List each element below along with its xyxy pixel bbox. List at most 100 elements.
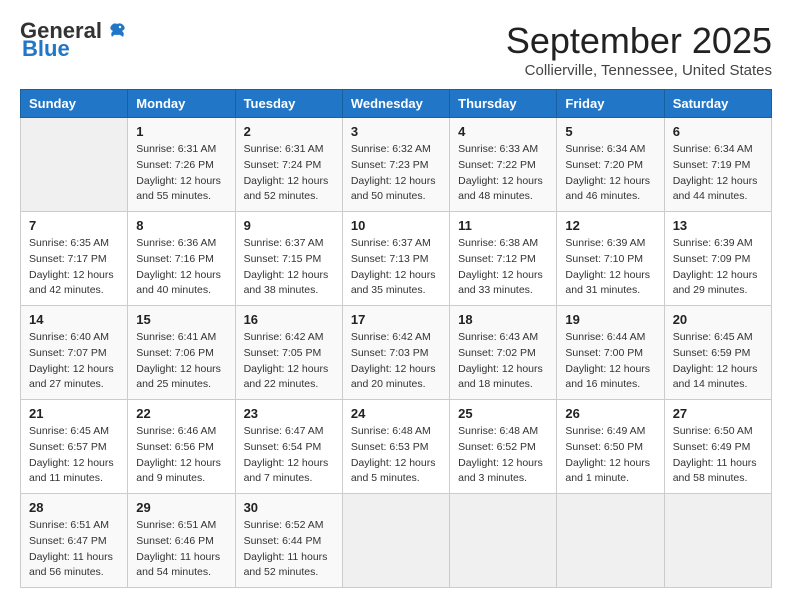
day-info: Sunrise: 6:36 AM Sunset: 7:16 PM Dayligh… xyxy=(136,236,226,299)
day-number: 30 xyxy=(244,500,334,515)
calendar-cell: 26 Sunrise: 6:49 AM Sunset: 6:50 PM Dayli… xyxy=(557,400,664,494)
day-number: 9 xyxy=(244,218,334,233)
weekday-header-sunday: Sunday xyxy=(21,90,128,118)
calendar-cell xyxy=(557,494,664,588)
day-info: Sunrise: 6:34 AM Sunset: 7:19 PM Dayligh… xyxy=(673,142,763,205)
weekday-header-row: SundayMondayTuesdayWednesdayThursdayFrid… xyxy=(21,90,772,118)
day-number: 14 xyxy=(29,312,119,327)
calendar-cell: 1 Sunrise: 6:31 AM Sunset: 7:26 PM Daylig… xyxy=(128,118,235,212)
day-info: Sunrise: 6:38 AM Sunset: 7:12 PM Dayligh… xyxy=(458,236,548,299)
day-number: 28 xyxy=(29,500,119,515)
logo-blue-text: Blue xyxy=(22,38,70,60)
calendar-cell: 27 Sunrise: 6:50 AM Sunset: 6:49 PM Dayli… xyxy=(664,400,771,494)
day-number: 8 xyxy=(136,218,226,233)
day-info: Sunrise: 6:50 AM Sunset: 6:49 PM Dayligh… xyxy=(673,424,763,487)
calendar-cell: 29 Sunrise: 6:51 AM Sunset: 6:46 PM Dayli… xyxy=(128,494,235,588)
calendar-cell: 7 Sunrise: 6:35 AM Sunset: 7:17 PM Daylig… xyxy=(21,212,128,306)
calendar-table: SundayMondayTuesdayWednesdayThursdayFrid… xyxy=(20,89,772,588)
weekday-header-saturday: Saturday xyxy=(664,90,771,118)
day-info: Sunrise: 6:34 AM Sunset: 7:20 PM Dayligh… xyxy=(565,142,655,205)
calendar-cell: 22 Sunrise: 6:46 AM Sunset: 6:56 PM Dayli… xyxy=(128,400,235,494)
day-number: 11 xyxy=(458,218,548,233)
title-area: September 2025 Collierville, Tennessee, … xyxy=(506,20,772,79)
logo-bird-icon xyxy=(106,20,128,42)
calendar-cell: 25Sunrise: 6:48 AM Sunset: 6:52 PM Dayli… xyxy=(450,400,557,494)
day-number: 23 xyxy=(244,406,334,421)
day-number: 20 xyxy=(673,312,763,327)
day-info: Sunrise: 6:52 AM Sunset: 6:44 PM Dayligh… xyxy=(244,518,334,581)
calendar-cell: 5 Sunrise: 6:34 AM Sunset: 7:20 PM Daylig… xyxy=(557,118,664,212)
day-info: Sunrise: 6:44 AM Sunset: 7:00 PM Dayligh… xyxy=(565,330,655,393)
day-info: Sunrise: 6:51 AM Sunset: 6:46 PM Dayligh… xyxy=(136,518,226,581)
day-number: 21 xyxy=(29,406,119,421)
calendar-cell: 28 Sunrise: 6:51 AM Sunset: 6:47 PM Dayli… xyxy=(21,494,128,588)
calendar-cell: 8 Sunrise: 6:36 AM Sunset: 7:16 PM Daylig… xyxy=(128,212,235,306)
day-info: Sunrise: 6:51 AM Sunset: 6:47 PM Dayligh… xyxy=(29,518,119,581)
month-title: September 2025 xyxy=(506,20,772,62)
calendar-cell: 18 Sunrise: 6:43 AM Sunset: 7:02 PM Dayli… xyxy=(450,306,557,400)
calendar-cell: 23 Sunrise: 6:47 AM Sunset: 6:54 PM Dayli… xyxy=(235,400,342,494)
day-number: 7 xyxy=(29,218,119,233)
day-info: Sunrise: 6:43 AM Sunset: 7:02 PM Dayligh… xyxy=(458,330,548,393)
calendar-cell: 9 Sunrise: 6:37 AM Sunset: 7:15 PM Daylig… xyxy=(235,212,342,306)
calendar-week-row: 7 Sunrise: 6:35 AM Sunset: 7:17 PM Daylig… xyxy=(21,212,772,306)
day-info: Sunrise: 6:47 AM Sunset: 6:54 PM Dayligh… xyxy=(244,424,334,487)
day-info: Sunrise: 6:46 AM Sunset: 6:56 PM Dayligh… xyxy=(136,424,226,487)
day-info: Sunrise: 6:48 AM Sunset: 6:53 PM Dayligh… xyxy=(351,424,441,487)
day-number: 29 xyxy=(136,500,226,515)
day-info: Sunrise: 6:45 AM Sunset: 6:59 PM Dayligh… xyxy=(673,330,763,393)
calendar-week-row: 14Sunrise: 6:40 AM Sunset: 7:07 PM Dayli… xyxy=(21,306,772,400)
day-number: 3 xyxy=(351,124,441,139)
calendar-cell: 6 Sunrise: 6:34 AM Sunset: 7:19 PM Daylig… xyxy=(664,118,771,212)
calendar-cell: 12Sunrise: 6:39 AM Sunset: 7:10 PM Dayli… xyxy=(557,212,664,306)
calendar-cell xyxy=(21,118,128,212)
calendar-cell: 2Sunrise: 6:31 AM Sunset: 7:24 PM Daylig… xyxy=(235,118,342,212)
weekday-header-wednesday: Wednesday xyxy=(342,90,449,118)
day-number: 12 xyxy=(565,218,655,233)
page-header: General Blue September 2025 Collierville… xyxy=(20,20,772,79)
day-number: 6 xyxy=(673,124,763,139)
calendar-cell xyxy=(342,494,449,588)
calendar-cell: 4 Sunrise: 6:33 AM Sunset: 7:22 PM Daylig… xyxy=(450,118,557,212)
day-info: Sunrise: 6:35 AM Sunset: 7:17 PM Dayligh… xyxy=(29,236,119,299)
day-number: 13 xyxy=(673,218,763,233)
calendar-cell: 19Sunrise: 6:44 AM Sunset: 7:00 PM Dayli… xyxy=(557,306,664,400)
day-number: 24 xyxy=(351,406,441,421)
day-number: 26 xyxy=(565,406,655,421)
calendar-cell: 20 Sunrise: 6:45 AM Sunset: 6:59 PM Dayli… xyxy=(664,306,771,400)
calendar-cell: 10Sunrise: 6:37 AM Sunset: 7:13 PM Dayli… xyxy=(342,212,449,306)
calendar-cell: 16Sunrise: 6:42 AM Sunset: 7:05 PM Dayli… xyxy=(235,306,342,400)
calendar-cell: 15Sunrise: 6:41 AM Sunset: 7:06 PM Dayli… xyxy=(128,306,235,400)
day-info: Sunrise: 6:32 AM Sunset: 7:23 PM Dayligh… xyxy=(351,142,441,205)
location-text: Collierville, Tennessee, United States xyxy=(506,62,772,79)
day-info: Sunrise: 6:39 AM Sunset: 7:09 PM Dayligh… xyxy=(673,236,763,299)
day-number: 27 xyxy=(673,406,763,421)
day-info: Sunrise: 6:45 AM Sunset: 6:57 PM Dayligh… xyxy=(29,424,119,487)
day-number: 1 xyxy=(136,124,226,139)
day-info: Sunrise: 6:49 AM Sunset: 6:50 PM Dayligh… xyxy=(565,424,655,487)
calendar-cell: 24 Sunrise: 6:48 AM Sunset: 6:53 PM Dayli… xyxy=(342,400,449,494)
day-info: Sunrise: 6:42 AM Sunset: 7:05 PM Dayligh… xyxy=(244,330,334,393)
calendar-cell: 21 Sunrise: 6:45 AM Sunset: 6:57 PM Dayli… xyxy=(21,400,128,494)
day-info: Sunrise: 6:37 AM Sunset: 7:15 PM Dayligh… xyxy=(244,236,334,299)
calendar-cell: 11 Sunrise: 6:38 AM Sunset: 7:12 PM Dayli… xyxy=(450,212,557,306)
calendar-cell: 3 Sunrise: 6:32 AM Sunset: 7:23 PM Daylig… xyxy=(342,118,449,212)
day-info: Sunrise: 6:31 AM Sunset: 7:26 PM Dayligh… xyxy=(136,142,226,205)
day-number: 18 xyxy=(458,312,548,327)
weekday-header-tuesday: Tuesday xyxy=(235,90,342,118)
day-number: 10 xyxy=(351,218,441,233)
calendar-cell xyxy=(664,494,771,588)
day-info: Sunrise: 6:48 AM Sunset: 6:52 PM Dayligh… xyxy=(458,424,548,487)
calendar-cell xyxy=(450,494,557,588)
calendar-cell: 13 Sunrise: 6:39 AM Sunset: 7:09 PM Dayli… xyxy=(664,212,771,306)
weekday-header-thursday: Thursday xyxy=(450,90,557,118)
day-number: 5 xyxy=(565,124,655,139)
day-number: 22 xyxy=(136,406,226,421)
calendar-week-row: 1 Sunrise: 6:31 AM Sunset: 7:26 PM Daylig… xyxy=(21,118,772,212)
calendar-week-row: 21 Sunrise: 6:45 AM Sunset: 6:57 PM Dayli… xyxy=(21,400,772,494)
day-number: 15 xyxy=(136,312,226,327)
day-info: Sunrise: 6:31 AM Sunset: 7:24 PM Dayligh… xyxy=(244,142,334,205)
day-number: 4 xyxy=(458,124,548,139)
calendar-cell: 17Sunrise: 6:42 AM Sunset: 7:03 PM Dayli… xyxy=(342,306,449,400)
day-info: Sunrise: 6:33 AM Sunset: 7:22 PM Dayligh… xyxy=(458,142,548,205)
